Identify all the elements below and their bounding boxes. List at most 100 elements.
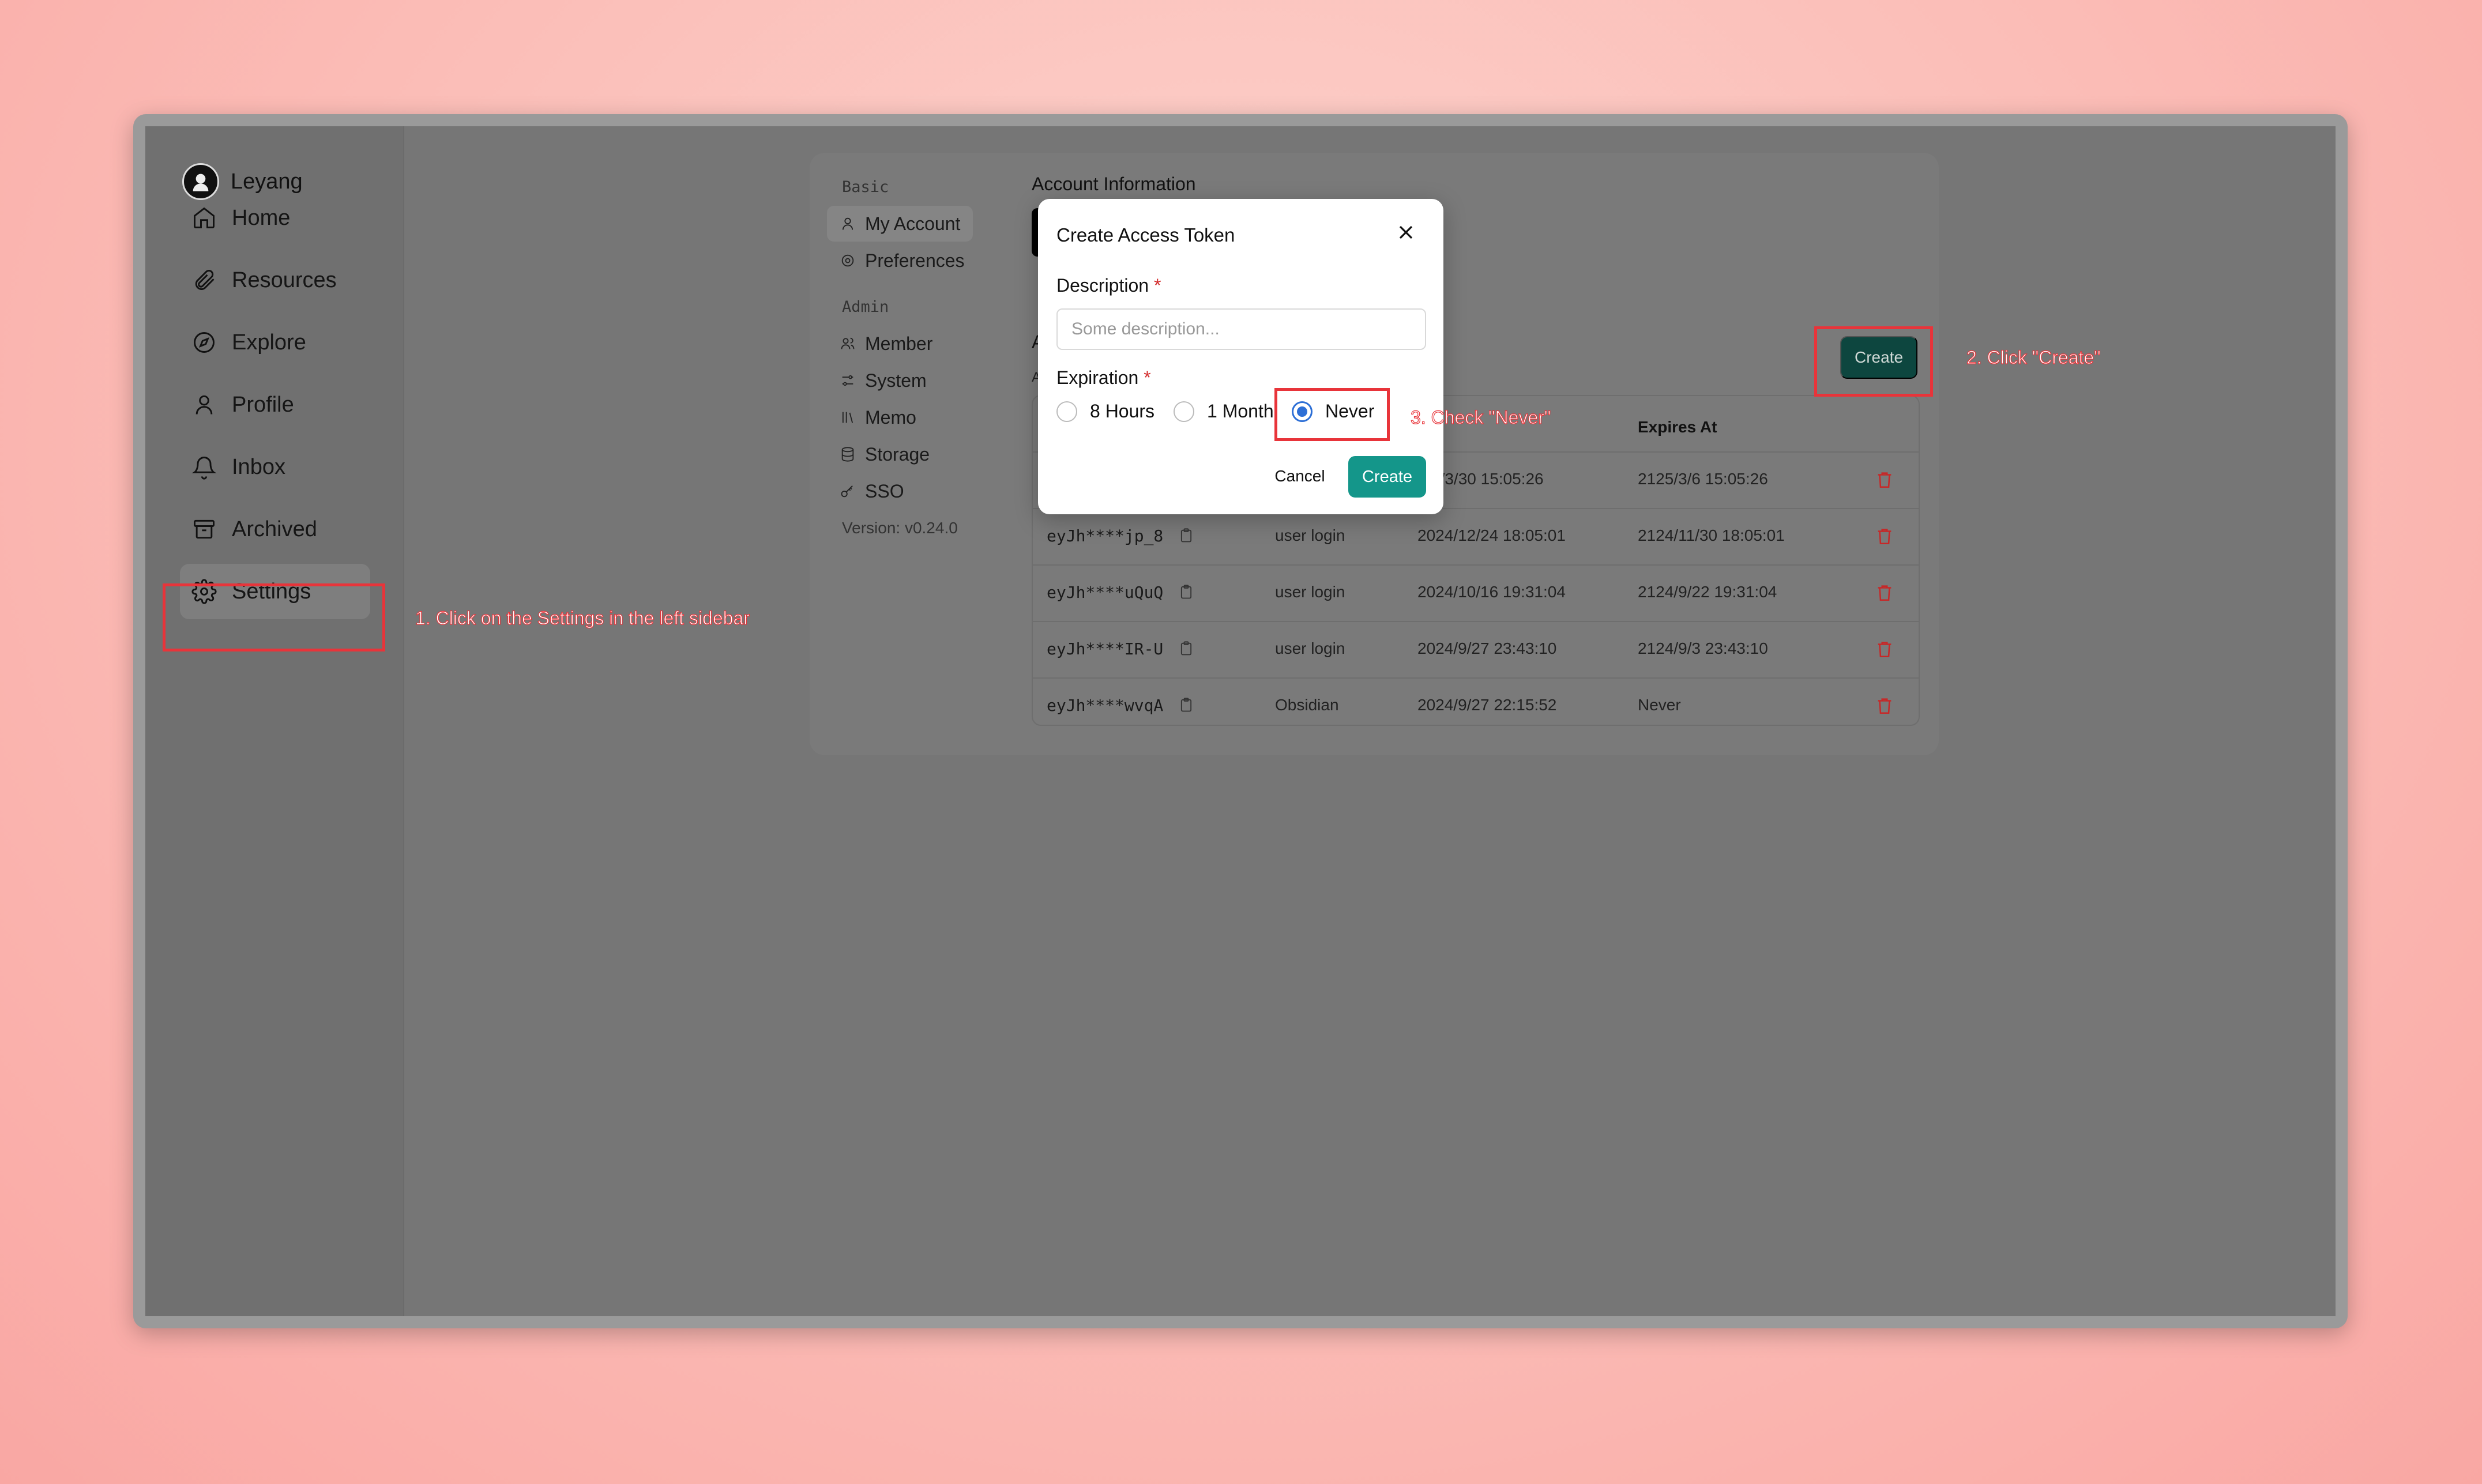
radio-label: 8 Hours [1090, 401, 1155, 421]
settings-item-sso[interactable]: SSO [827, 473, 917, 509]
users-icon [841, 337, 855, 349]
token-value: eyJh****jp_8 [1047, 526, 1164, 545]
settings-item-label: Preferences [865, 250, 965, 271]
sidebar-item-label: Profile [232, 392, 294, 417]
gear-icon [841, 254, 854, 267]
highlight-never [1274, 388, 1390, 441]
sidebar-item-archived[interactable]: Archived [180, 502, 370, 557]
section-label-basic: Basic [842, 178, 889, 196]
close-icon[interactable] [1394, 221, 1417, 244]
paperclip-icon [195, 270, 215, 290]
highlight-settings [163, 583, 385, 651]
clipboard-icon[interactable] [1178, 696, 1194, 714]
clipboard-icon[interactable] [1178, 639, 1194, 658]
sidebar-item-inbox[interactable]: Inbox [180, 439, 370, 495]
compass-icon [194, 332, 215, 353]
trash-icon[interactable] [1875, 583, 1894, 602]
sidebar-item-label: Home [232, 205, 291, 230]
settings-item-member[interactable]: Member [827, 326, 945, 361]
token-value: eyJh****wvqA [1047, 696, 1164, 715]
table-row: eyJh****jp_8 user login 2024/12/24 18:05… [1033, 508, 1919, 566]
avatar-icon [193, 174, 209, 191]
settings-item-label: Storage [865, 443, 930, 465]
radio-1-month[interactable]: 1 Month [1174, 401, 1274, 422]
created-at: 2024/9/27 23:43:10 [1417, 639, 1557, 657]
token-description: user login [1275, 639, 1345, 657]
dialog-title: Create Access Token [1056, 224, 1235, 246]
column-header-expires-at: Expires At [1638, 418, 1717, 436]
description-input[interactable] [1056, 308, 1426, 350]
database-icon [841, 447, 854, 462]
settings-item-label: System [865, 370, 927, 391]
token-value: eyJh****uQuQ [1047, 583, 1164, 602]
version-label: Version: v0.24.0 [842, 519, 958, 537]
settings-item-label: My Account [865, 213, 961, 234]
sidebar-item-label: Archived [232, 517, 317, 541]
trash-icon[interactable] [1875, 639, 1894, 659]
annotation-step-1: 1. Click on the Settings in the left sid… [415, 607, 750, 628]
bell-icon [191, 457, 217, 480]
required-mark: * [1153, 275, 1161, 296]
trash-icon[interactable] [1875, 470, 1894, 489]
sidebar-item-explore[interactable]: Explore [180, 315, 370, 370]
created-at-partial: 5/3/30 15:05:26 [1431, 470, 1544, 488]
settings-item-system[interactable]: System [827, 363, 939, 398]
archive-icon [194, 519, 215, 539]
settings-item-label: Memo [865, 406, 916, 428]
sidebar-item-label: Resources [232, 268, 337, 292]
settings-item-label: SSO [865, 480, 904, 502]
account-information-title: Account Information [1032, 174, 1196, 194]
settings-item-my-account[interactable]: My Account [827, 206, 973, 242]
user-icon [195, 395, 213, 415]
cancel-button[interactable]: Cancel [1269, 456, 1331, 496]
key-icon [841, 485, 853, 498]
radio-8-hours[interactable]: 8 Hours [1056, 401, 1154, 422]
expiration-label: Expiration * [1056, 367, 1151, 389]
settings-item-preferences[interactable]: Preferences [827, 243, 977, 278]
library-icon [842, 412, 853, 423]
sliders-icon [842, 375, 853, 386]
table-row: eyJh****uQuQ user login 2024/10/16 19:31… [1033, 564, 1919, 622]
trash-icon[interactable] [1875, 526, 1894, 546]
expires-at: 2124/9/3 23:43:10 [1638, 639, 1768, 657]
token-description: user login [1275, 526, 1345, 544]
created-at: 2024/9/27 22:15:52 [1417, 696, 1557, 714]
sidebar-item-resources[interactable]: Resources [180, 253, 370, 308]
token-value: eyJh****IR-U [1047, 639, 1164, 658]
expires-at: 2125/3/6 15:05:26 [1638, 470, 1768, 488]
dialog-create-button[interactable]: Create [1348, 456, 1426, 498]
settings-item-memo[interactable]: Memo [827, 400, 929, 435]
sidebar-item-profile[interactable]: Profile [180, 377, 370, 432]
clipboard-icon[interactable] [1178, 583, 1194, 601]
required-mark: * [1144, 367, 1151, 388]
sidebar-item-home[interactable]: Home [180, 190, 370, 246]
table-row: eyJh****wvqA Obsidian 2024/9/27 22:15:52… [1033, 677, 1919, 735]
clipboard-icon[interactable] [1178, 526, 1194, 545]
annotation-step-2: 2. Click "Create" [1966, 346, 2101, 368]
radio-circle[interactable] [1056, 401, 1077, 422]
home-icon [194, 207, 215, 228]
sidebar-item-label: Explore [232, 330, 306, 355]
created-at: 2024/10/16 19:31:04 [1417, 583, 1566, 601]
settings-item-label: Member [865, 333, 933, 354]
radio-label: 1 Month [1207, 401, 1274, 421]
sidebar: Leyang Home Resources Explore Profile In… [145, 126, 404, 1316]
trash-icon[interactable] [1875, 696, 1894, 715]
table-row: eyJh****IR-U user login 2024/9/27 23:43:… [1033, 621, 1919, 679]
description-label-text: Description [1056, 275, 1149, 296]
radio-circle[interactable] [1174, 401, 1194, 422]
settings-item-storage[interactable]: Storage [827, 436, 942, 472]
expires-at: 2124/9/22 19:31:04 [1638, 583, 1777, 601]
created-at: 2024/12/24 18:05:01 [1417, 526, 1566, 544]
annotation-step-3: 3. Check "Never" [1410, 406, 1551, 428]
token-description: Obsidian [1275, 696, 1339, 714]
create-access-token-dialog: Create Access Token Description * Expira… [1038, 199, 1443, 514]
section-label-admin: Admin [842, 298, 889, 316]
user-icon [842, 217, 853, 230]
sidebar-item-label: Inbox [232, 454, 285, 479]
expires-at: 2124/11/30 18:05:01 [1638, 526, 1785, 544]
description-label: Description * [1056, 275, 1161, 296]
highlight-create [1814, 326, 1933, 397]
expires-at: Never [1638, 696, 1681, 714]
token-description: user login [1275, 583, 1345, 601]
